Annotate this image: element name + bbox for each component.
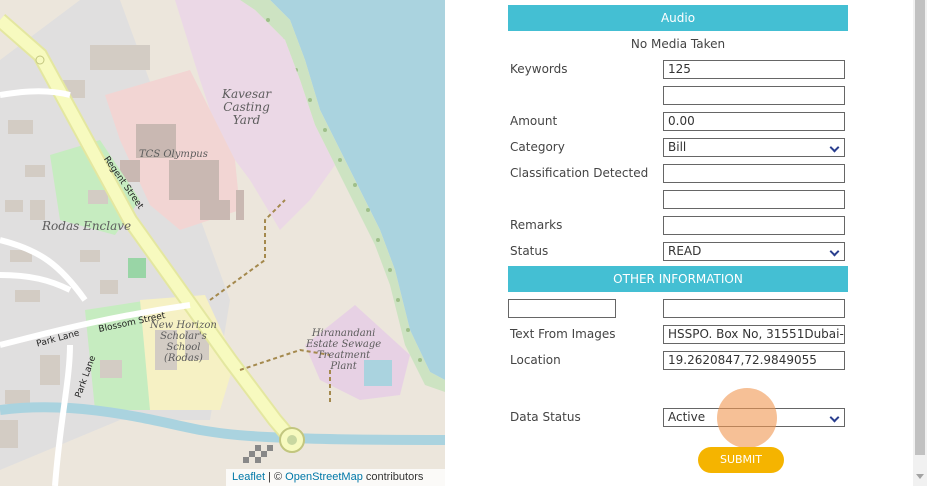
other-value-input[interactable]	[663, 299, 845, 318]
click-indicator	[717, 388, 777, 448]
keywords-label: Keywords	[510, 62, 568, 76]
category-value: Bill	[668, 140, 687, 154]
data-status-label: Data Status	[510, 410, 581, 424]
status-select[interactable]: READ	[663, 242, 845, 261]
text-images-row: Text From Images HSSPO. Box No, 31551Dub…	[508, 325, 848, 345]
map-tiles	[0, 0, 445, 486]
map-attribution: Leaflet | © OpenStreetMap contributors	[226, 469, 445, 486]
submit-button[interactable]: SUBMIT	[698, 447, 784, 473]
text-images-label: Text From Images	[510, 327, 616, 341]
map-label-school: New Horizon Scholar's School (Rodas)	[150, 320, 217, 364]
classification-label: Classification Detected	[510, 166, 649, 180]
form-panel: Audio No Media Taken Keywords 125 Amount…	[445, 0, 913, 486]
map-label-rodas: Rodas Enclave	[42, 219, 132, 233]
map-label-kavesar: Kavesar Casting Yard	[222, 87, 272, 127]
scroll-down-arrow-icon[interactable]	[916, 474, 924, 479]
remarks-row: Remarks	[508, 216, 848, 236]
empty-input-1[interactable]	[663, 86, 845, 105]
classification-input[interactable]	[663, 164, 845, 183]
amount-label: Amount	[510, 114, 558, 128]
osm-link[interactable]: OpenStreetMap	[285, 471, 363, 483]
remarks-input[interactable]	[663, 216, 845, 235]
other-label-input[interactable]	[508, 299, 616, 318]
status-value: READ	[668, 244, 702, 258]
category-label: Category	[510, 140, 565, 154]
other-info-header: OTHER INFORMATION	[508, 266, 848, 292]
attribution-contributors: contributors	[362, 471, 424, 483]
amount-input[interactable]: 0.00	[663, 112, 845, 131]
data-status-row: Data Status Active	[508, 408, 848, 428]
empty-row-2	[508, 190, 848, 210]
category-row: Category Bill	[508, 138, 848, 158]
text-images-input[interactable]: HSSPO. Box No, 31551Dubai-	[663, 325, 845, 344]
status-label: Status	[510, 244, 549, 258]
map-label-tcs: TCS Olympus	[139, 149, 208, 160]
other-row-1	[508, 299, 848, 319]
no-media-text: No Media Taken	[630, 37, 726, 51]
scrollbar[interactable]	[913, 0, 927, 486]
status-row: Status READ	[508, 242, 848, 262]
attribution-sep: | ©	[265, 471, 286, 483]
audio-header: Audio	[508, 5, 848, 31]
keywords-row: Keywords 125	[508, 60, 848, 80]
keywords-input[interactable]: 125	[663, 60, 845, 79]
map-label-hiranandani: Hiranandani Estate Sewage Treatment Plant	[306, 328, 382, 372]
data-status-value: Active	[668, 410, 706, 424]
scrollbar-thumb[interactable]	[915, 0, 925, 455]
amount-row: Amount 0.00	[508, 112, 848, 132]
map[interactable]: Kavesar Casting Yard TCS Olympus Rodas Enc…	[0, 0, 445, 486]
location-row: Location 19.2620847,72.9849055	[508, 351, 848, 371]
location-input[interactable]: 19.2620847,72.9849055	[663, 351, 845, 370]
empty-input-2[interactable]	[663, 190, 845, 209]
empty-row-1	[508, 86, 848, 106]
remarks-label: Remarks	[510, 218, 563, 232]
leaflet-link[interactable]: Leaflet	[232, 471, 265, 483]
category-select[interactable]: Bill	[663, 138, 845, 157]
location-label: Location	[510, 353, 561, 367]
classification-row: Classification Detected	[508, 164, 848, 184]
